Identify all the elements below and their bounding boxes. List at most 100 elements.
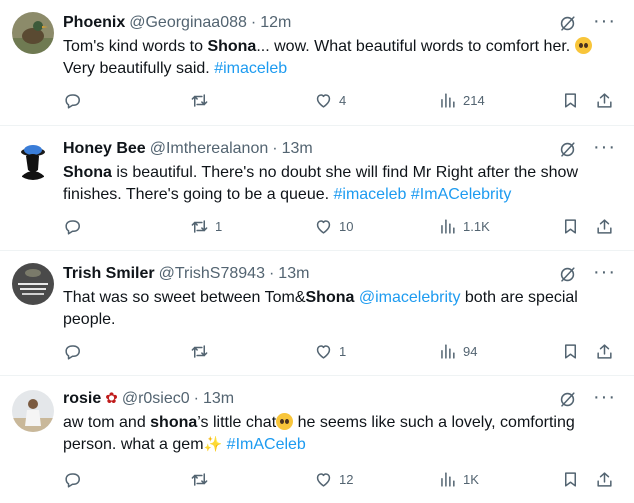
display-name[interactable]: Honey Bee bbox=[63, 139, 146, 159]
like-icon bbox=[316, 345, 331, 359]
reply-icon bbox=[65, 345, 80, 360]
share-icon bbox=[597, 93, 612, 108]
views-button[interactable]: 214 bbox=[438, 91, 485, 110]
like-button[interactable]: 12 bbox=[314, 470, 353, 489]
views-button[interactable]: 1K bbox=[438, 470, 479, 489]
text-segment: aw tom and bbox=[63, 414, 151, 431]
timestamp[interactable]: 13m bbox=[282, 139, 313, 159]
retweet-icon bbox=[191, 345, 208, 358]
hashtag-link[interactable]: #ImACeleb bbox=[227, 436, 306, 453]
grok-icon[interactable] bbox=[558, 140, 577, 159]
share-icon bbox=[597, 219, 612, 234]
action-bar: 1 94 bbox=[63, 342, 620, 364]
separator-dot: · bbox=[193, 390, 199, 407]
text-highlight: Shona bbox=[207, 38, 257, 55]
user-handle[interactable]: @TrishS78943 bbox=[159, 264, 265, 284]
text-highlight: Shona bbox=[63, 164, 112, 181]
view-count: 94 bbox=[463, 344, 478, 359]
hashtag-link[interactable]: #imaceleb bbox=[214, 60, 287, 77]
more-icon[interactable]: ··· bbox=[593, 387, 616, 407]
text-segment: Very beautifully said. bbox=[63, 60, 215, 77]
separator-dot: · bbox=[250, 14, 257, 31]
sparkles-emoji-icon: ✨ bbox=[203, 436, 223, 453]
retweet-button[interactable]: 1 bbox=[190, 217, 222, 236]
user-handle[interactable]: @r0siec0 bbox=[122, 389, 190, 409]
text-highlight: shona bbox=[150, 414, 198, 431]
bookmark-button[interactable] bbox=[561, 342, 580, 361]
views-button[interactable]: 94 bbox=[438, 342, 477, 361]
timestamp[interactable]: 13m bbox=[278, 264, 309, 284]
reply-button[interactable] bbox=[63, 217, 88, 236]
tweet-feed: Phoenix @Georginaa088 · 12m ··· Tom's ki… bbox=[0, 0, 634, 503]
share-button[interactable] bbox=[595, 342, 614, 361]
text-highlight: Shona bbox=[305, 289, 355, 306]
more-icon[interactable]: ··· bbox=[593, 11, 616, 31]
retweet-button[interactable] bbox=[190, 342, 215, 361]
retweet-count: 1 bbox=[215, 219, 223, 234]
user-handle[interactable]: @Imtherealanon bbox=[150, 139, 269, 159]
retweet-button[interactable] bbox=[190, 91, 215, 110]
display-name[interactable]: Trish Smiler bbox=[63, 264, 155, 284]
display-name[interactable]: rosie bbox=[63, 389, 101, 409]
action-bar: 4 214 bbox=[63, 91, 620, 113]
pleading-face-emoji-icon bbox=[574, 37, 592, 54]
share-button[interactable] bbox=[595, 217, 614, 236]
reply-button[interactable] bbox=[63, 470, 88, 489]
hashtag-link[interactable]: #ImACelebrity bbox=[411, 186, 511, 203]
like-button[interactable]: 1 bbox=[314, 342, 346, 361]
more-icon[interactable]: ··· bbox=[593, 262, 616, 282]
avatar[interactable] bbox=[12, 263, 54, 305]
reply-button[interactable] bbox=[63, 342, 88, 361]
share-button[interactable] bbox=[595, 91, 614, 110]
grok-icon[interactable] bbox=[558, 14, 577, 33]
action-bar: 1 10 1.1K bbox=[63, 217, 620, 239]
views-icon bbox=[441, 472, 455, 487]
hashtag-link[interactable]: #imaceleb bbox=[334, 186, 407, 203]
bookmark-button[interactable] bbox=[561, 217, 580, 236]
views-icon bbox=[441, 344, 455, 359]
user-handle[interactable]: @Georginaa088 bbox=[129, 13, 247, 33]
reply-icon bbox=[65, 473, 80, 488]
display-name[interactable]: Phoenix bbox=[63, 13, 125, 33]
avatar[interactable] bbox=[12, 12, 54, 54]
tweet-text: That was so sweet between Tom&Shona @ima… bbox=[63, 287, 620, 331]
reply-button[interactable] bbox=[63, 91, 88, 110]
views-icon bbox=[441, 219, 455, 234]
tweet-header: Trish Smiler @TrishS78943 · 13m bbox=[63, 263, 626, 285]
like-count: 1 bbox=[339, 344, 347, 359]
like-icon bbox=[316, 220, 331, 234]
retweet-icon bbox=[191, 94, 208, 107]
timestamp[interactable]: 13m bbox=[203, 389, 234, 409]
text-segment: ... wow. What beautiful words to comfort… bbox=[256, 38, 575, 55]
like-count: 4 bbox=[339, 93, 347, 108]
avatar[interactable] bbox=[12, 138, 54, 180]
bookmark-icon bbox=[564, 472, 577, 487]
mention-link[interactable]: @imacelebrity bbox=[359, 289, 461, 306]
tweet-text: aw tom and shona’s little chat he seems … bbox=[63, 412, 620, 456]
text-segment: Tom's kind words to bbox=[63, 38, 208, 55]
retweet-button[interactable] bbox=[190, 470, 215, 489]
bookmark-button[interactable] bbox=[561, 470, 580, 489]
tweet[interactable]: rosie ✿ @r0siec0 · 13m ··· aw tom and sh… bbox=[0, 376, 634, 503]
bookmark-icon bbox=[564, 93, 577, 108]
like-button[interactable]: 10 bbox=[314, 217, 353, 236]
views-button[interactable]: 1.1K bbox=[438, 217, 490, 236]
tweet-header: Honey Bee @Imtherealanon · 13m bbox=[63, 138, 626, 160]
timestamp[interactable]: 12m bbox=[260, 13, 291, 33]
reply-icon bbox=[65, 94, 80, 109]
tweet[interactable]: Trish Smiler @TrishS78943 · 13m ··· That… bbox=[0, 251, 634, 376]
more-icon[interactable]: ··· bbox=[593, 137, 616, 157]
text-segment: ’s little chat bbox=[197, 414, 277, 431]
tweet[interactable]: Phoenix @Georginaa088 · 12m ··· Tom's ki… bbox=[0, 0, 634, 126]
like-icon bbox=[316, 94, 331, 108]
like-button[interactable]: 4 bbox=[314, 91, 346, 110]
avatar[interactable] bbox=[12, 390, 54, 432]
grok-icon[interactable] bbox=[558, 265, 577, 284]
view-count: 214 bbox=[463, 93, 485, 108]
share-button[interactable] bbox=[595, 470, 614, 489]
text-segment: That was so sweet between Tom& bbox=[63, 289, 306, 306]
grok-icon[interactable] bbox=[558, 390, 577, 409]
like-icon bbox=[316, 473, 331, 487]
bookmark-button[interactable] bbox=[561, 91, 580, 110]
tweet[interactable]: Honey Bee @Imtherealanon · 13m ··· Shona… bbox=[0, 126, 634, 251]
